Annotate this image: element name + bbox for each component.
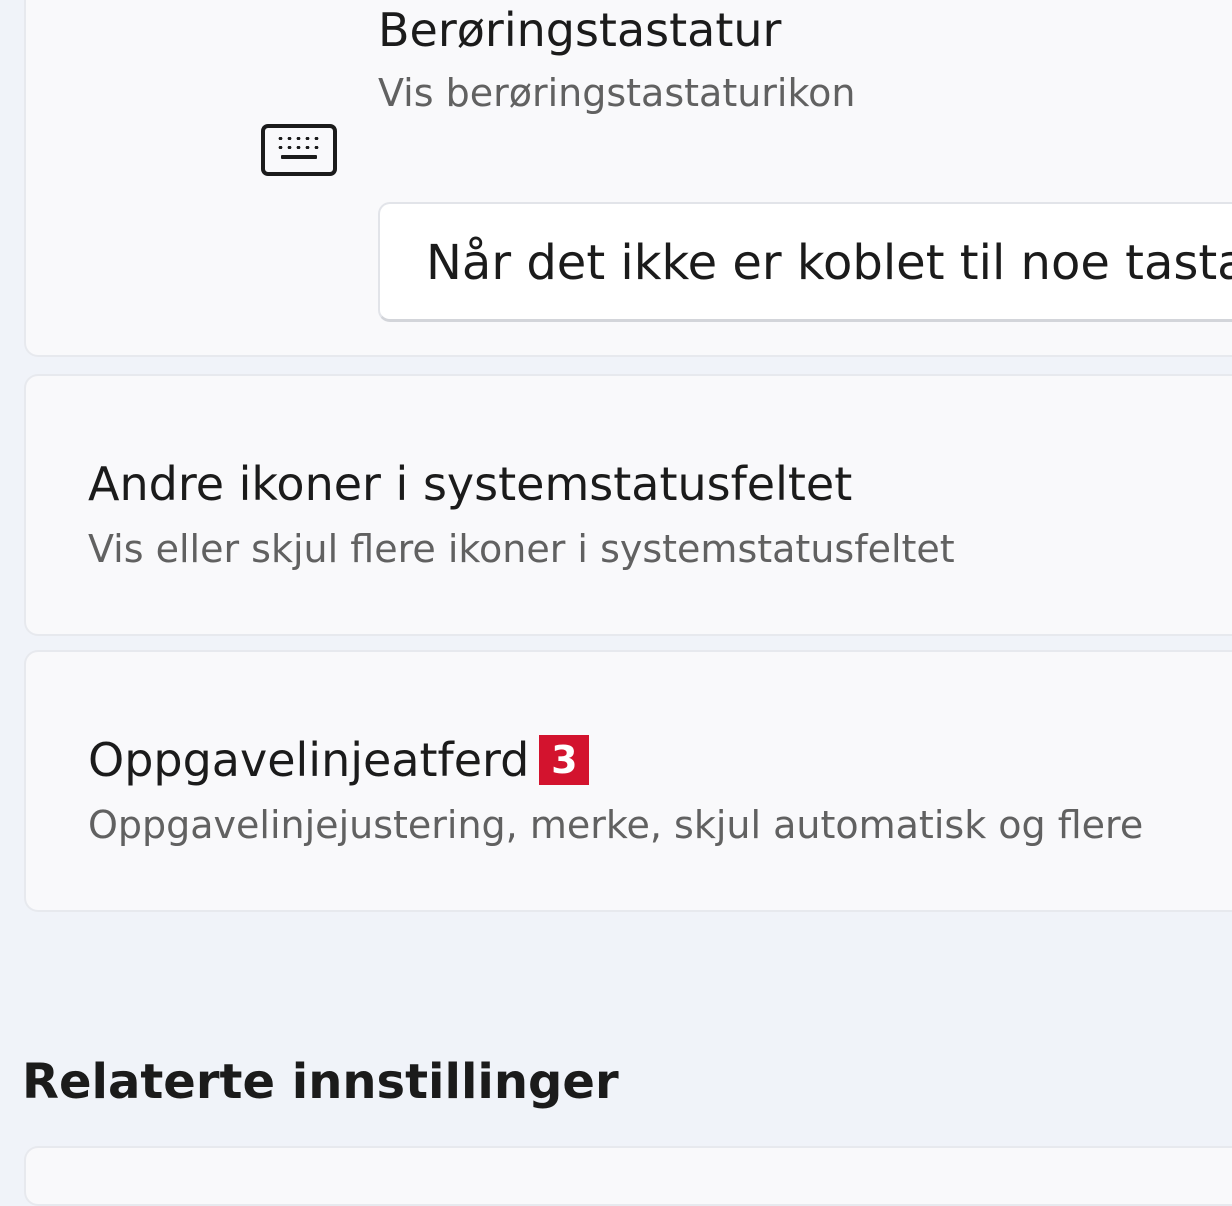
touch-keyboard-title: Berøringstastatur	[378, 3, 782, 57]
step-number-badge: 3	[539, 735, 590, 785]
taskbar-behaviors-title-row: Oppgavelinjeatferd 3	[88, 732, 590, 788]
other-tray-icons-title: Andre ikoner i systemstatusfeltet	[88, 457, 853, 511]
touch-keyboard-card: Berøringstastatur Vis berøringstastaturi…	[24, 0, 1232, 357]
other-tray-icons-subtitle: Vis eller skjul flere ikoner i systemsta…	[88, 527, 955, 571]
dropdown-selected-value: Når det ikke er koblet til noe tasta	[426, 235, 1232, 291]
taskbar-behaviors-item[interactable]: Oppgavelinjeatferd 3 Oppgavelinjejusterin…	[24, 650, 1232, 912]
taskbar-behaviors-subtitle: Oppgavelinjejustering, merke, skjul auto…	[88, 803, 1144, 847]
other-tray-icons-item[interactable]: Andre ikoner i systemstatusfeltet Vis el…	[24, 374, 1232, 636]
related-settings-card[interactable]	[24, 1146, 1232, 1206]
touch-keyboard-dropdown[interactable]: Når det ikke er koblet til noe tasta	[378, 202, 1232, 322]
keyboard-icon	[261, 124, 337, 176]
taskbar-behaviors-title: Oppgavelinjeatferd	[88, 733, 530, 787]
touch-keyboard-subtitle: Vis berøringstastaturikon	[378, 71, 856, 115]
related-settings-heading: Relaterte innstillinger	[22, 1054, 619, 1110]
